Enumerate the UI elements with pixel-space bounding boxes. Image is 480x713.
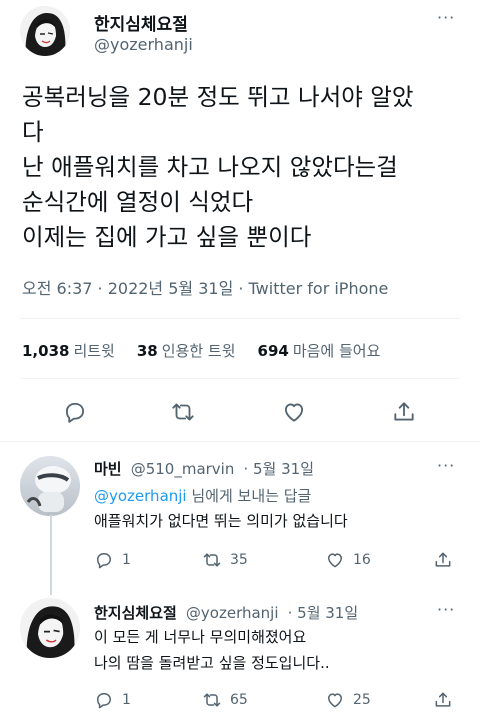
- share-icon[interactable]: [391, 399, 417, 425]
- like-icon: [328, 553, 342, 568]
- reply-retweet-button[interactable]: 65: [202, 690, 248, 710]
- reply-text: 애플워치가 없다면 뛰는 의미가 없습니다: [94, 508, 348, 534]
- thread-line: [50, 515, 52, 595]
- more-options-icon[interactable]: ···: [437, 8, 455, 27]
- reply-reply-button[interactable]: 1: [94, 690, 131, 710]
- reply-author-name[interactable]: 한지심체요절: [94, 604, 177, 622]
- reply-count: 1: [122, 552, 131, 568]
- share-icon: [435, 552, 451, 567]
- tweet-text-line: 순식간에 열정이 식었다: [22, 188, 254, 216]
- reply-author-name[interactable]: 마빈: [94, 460, 122, 478]
- retweet-icon: [203, 693, 221, 707]
- reply-text-line: 이 모든 게 너무나 무의미해졌어요: [94, 628, 307, 646]
- reply-date[interactable]: · 5월 31일: [288, 604, 359, 622]
- reply-reply-button[interactable]: 1: [94, 550, 131, 570]
- retweet-icon: [203, 553, 221, 567]
- retweets-stat[interactable]: 1,038 리트윗: [22, 342, 115, 360]
- like-count: 16: [353, 552, 371, 568]
- tweet-stats: 1,038 리트윗 38 인용한 트윗 694 마음에 들어요: [22, 340, 380, 361]
- more-options-icon[interactable]: ···: [437, 456, 455, 475]
- reply-icon: [97, 693, 111, 709]
- like-icon[interactable]: [281, 399, 307, 425]
- reply-like-button[interactable]: 16: [325, 550, 371, 570]
- tweet-text-line: 다: [22, 118, 44, 146]
- reply-count: 1: [122, 692, 131, 708]
- like-count: 25: [353, 692, 371, 708]
- tweet-meta[interactable]: 오전 6:37 · 2022년 5월 31일 · Twitter for iPh…: [22, 275, 388, 299]
- author-name[interactable]: 한지심체요절: [94, 10, 188, 35]
- more-options-icon[interactable]: ···: [437, 600, 455, 619]
- divider: [0, 441, 480, 442]
- reply-share-button[interactable]: [433, 690, 461, 710]
- reply-retweet-button[interactable]: 35: [202, 550, 248, 570]
- quotes-label: 인용한 트윗: [161, 342, 236, 360]
- retweets-count: 1,038: [22, 342, 70, 360]
- reply-like-button[interactable]: 25: [325, 690, 371, 710]
- replying-to: @yozerhanji 님에게 보내는 답글: [94, 485, 311, 506]
- tweet-text-line: 공복러닝을 20분 정도 뛰고 나서야 알았: [22, 83, 414, 111]
- likes-stat[interactable]: 694 마음에 들어요: [258, 342, 381, 360]
- replying-to-mention[interactable]: @yozerhanji: [94, 487, 187, 505]
- reply-icon[interactable]: [62, 399, 88, 425]
- reply-header: 한지심체요절 @yozerhanji · 5월 31일: [94, 602, 358, 623]
- retweets-label: 리트윗: [73, 342, 115, 360]
- quotes-stat[interactable]: 38 인용한 트윗: [137, 342, 236, 360]
- tweet-text-line: 난 애플워치를 차고 나오지 않았다는걸: [22, 153, 398, 181]
- reply-text-line: 애플워치가 없다면 뛰는 의미가 없습니다: [94, 512, 348, 530]
- likes-label: 마음에 들어요: [292, 342, 381, 360]
- likes-count: 694: [257, 342, 289, 360]
- like-icon: [328, 693, 342, 708]
- reply-author-handle[interactable]: @yozerhanji: [186, 604, 279, 622]
- reply-avatar[interactable]: [20, 598, 80, 658]
- share-icon: [435, 692, 451, 707]
- replying-to-label: 님에게 보내는 답글: [186, 487, 312, 505]
- reply-author-handle[interactable]: @510_marvin: [131, 460, 235, 478]
- reply-text: 이 모든 게 너무나 무의미해졌어요 나의 땀을 돌려받고 싶을 정도입니다..: [94, 624, 330, 676]
- divider: [20, 318, 460, 319]
- reply-share-button[interactable]: [433, 550, 461, 570]
- tweet-text-line: 이제는 집에 가고 싶을 뿐이다: [22, 223, 312, 251]
- retweet-icon[interactable]: [170, 399, 196, 425]
- retweet-count: 35: [230, 552, 248, 568]
- reply-date[interactable]: · 5월 31일: [243, 460, 314, 478]
- reply-avatar[interactable]: [20, 456, 80, 516]
- retweet-count: 65: [230, 692, 248, 708]
- reply-text-line: 나의 땀을 돌려받고 싶을 정도입니다..: [94, 654, 330, 672]
- tweet-text: 공복러닝을 20분 정도 뛰고 나서야 알았 다 난 애플워치를 차고 나오지 …: [22, 80, 462, 255]
- author-handle[interactable]: @yozerhanji: [94, 35, 193, 54]
- reply-header: 마빈 @510_marvin · 5월 31일: [94, 458, 314, 479]
- divider: [20, 378, 460, 379]
- quotes-count: 38: [136, 342, 158, 360]
- reply-icon: [97, 553, 111, 569]
- author-avatar[interactable]: [20, 6, 70, 56]
